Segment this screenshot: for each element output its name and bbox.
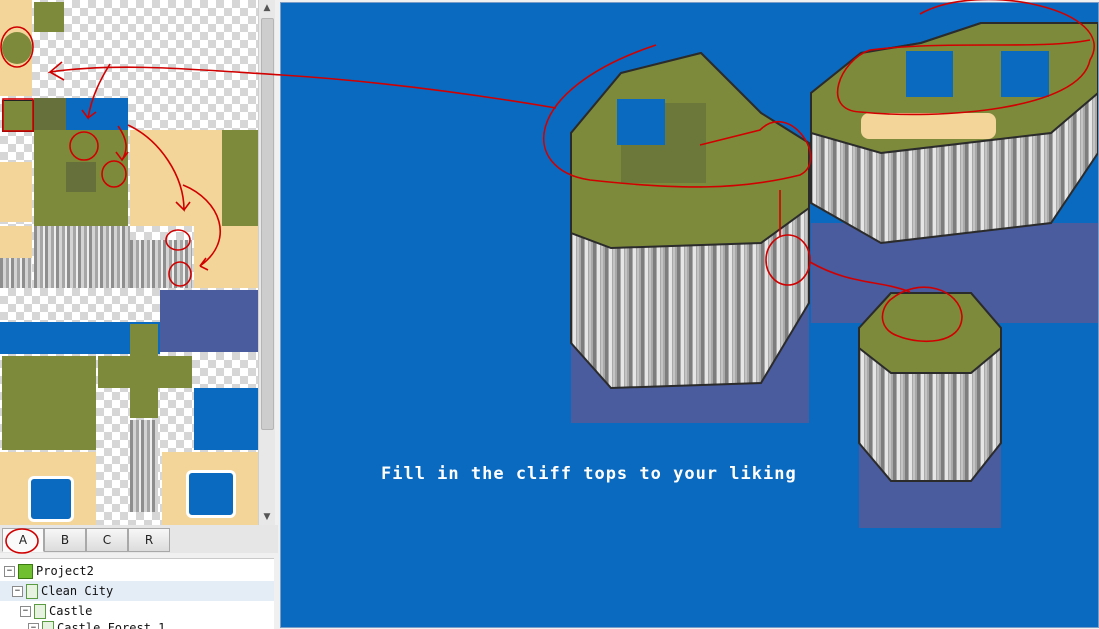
- tile-dark-grass[interactable]: [34, 98, 66, 130]
- tile-grass-strip[interactable]: [222, 130, 258, 226]
- tile-sand-block[interactable]: [130, 130, 222, 226]
- tab-c[interactable]: C: [86, 528, 128, 552]
- collapse-icon[interactable]: −: [28, 623, 39, 629]
- island-right: [810, 22, 1098, 323]
- tile-cliff[interactable]: [34, 226, 130, 288]
- island-small: [858, 292, 1002, 528]
- tile-cliff-column[interactable]: [130, 420, 158, 512]
- tree-node-label: Clean City: [41, 584, 114, 598]
- island-left: [570, 51, 810, 423]
- tileset-palette[interactable]: [0, 0, 258, 525]
- tile-cliff-3[interactable]: [130, 240, 192, 288]
- island-left-water: [617, 99, 665, 145]
- tree-node-project[interactable]: − Project2: [4, 561, 94, 581]
- tile-grass[interactable]: [34, 2, 64, 32]
- project-icon: [18, 564, 33, 579]
- tile-sand-2[interactable]: [0, 162, 32, 222]
- scroll-down-arrow[interactable]: ▼: [259, 509, 275, 525]
- tab-a[interactable]: A: [2, 528, 44, 552]
- tileset-scrollbar[interactable]: ▲ ▼: [258, 0, 275, 525]
- map-icon: [26, 584, 38, 599]
- tile-sand-4[interactable]: [194, 226, 258, 288]
- island-right-hole-2: [1001, 51, 1049, 97]
- map-caption: Fill in the cliff tops to your liking: [381, 464, 797, 484]
- map-islands: [570, 22, 1098, 528]
- tile-sand-pool[interactable]: [28, 476, 74, 522]
- map-icon: [34, 604, 46, 619]
- tile-dark-patch[interactable]: [66, 162, 96, 192]
- left-panel: ▲ ▼ A B C R − Project2 − Clean City − Castl…: [0, 0, 278, 629]
- collapse-icon[interactable]: −: [20, 606, 31, 617]
- map-tree: − Project2 − Clean City − Castle − Castle Fo…: [0, 558, 274, 629]
- tile-grass-round[interactable]: [2, 32, 32, 64]
- tab-r[interactable]: R: [128, 528, 170, 552]
- tab-b[interactable]: B: [44, 528, 86, 552]
- tile-pond[interactable]: [194, 388, 258, 450]
- map-canvas[interactable]: Fill in the cliff tops to your liking: [280, 2, 1099, 628]
- tree-node-label: Project2: [36, 564, 94, 578]
- tile-shadow[interactable]: [160, 290, 258, 352]
- tree-node-castle[interactable]: − Castle: [20, 601, 92, 621]
- scroll-thumb[interactable]: [261, 18, 274, 430]
- tile-water[interactable]: [66, 98, 128, 130]
- tree-node-label: Castle: [49, 604, 93, 618]
- island-right-sand-strip: [861, 113, 996, 139]
- tile-cliff-2[interactable]: [0, 258, 32, 288]
- collapse-icon[interactable]: −: [4, 566, 15, 577]
- collapse-icon[interactable]: −: [12, 586, 23, 597]
- tile-sand-pool-2[interactable]: [186, 470, 236, 518]
- island-right-hole-1: [906, 51, 953, 97]
- tile-grass-large[interactable]: [2, 356, 96, 450]
- tile-path-horizontal[interactable]: [98, 356, 192, 388]
- tile-sand-3[interactable]: [0, 226, 32, 258]
- scroll-up-arrow[interactable]: ▲: [259, 0, 275, 16]
- tile-grass-selected[interactable]: [2, 100, 34, 132]
- tileset-tabs: A B C R: [0, 525, 278, 553]
- island-small-top: [858, 292, 1002, 374]
- tree-node-clean-city[interactable]: − Clean City: [0, 581, 274, 601]
